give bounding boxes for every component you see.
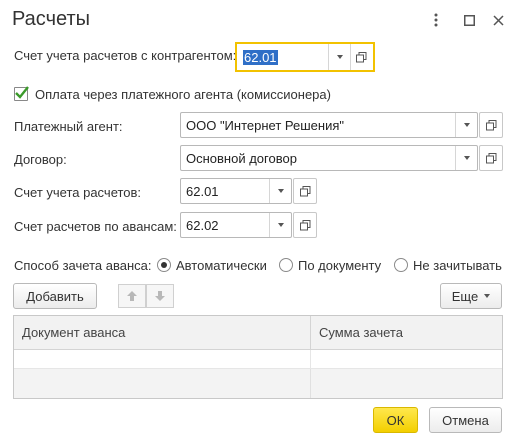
settlement-account-open-button[interactable] [293,178,317,204]
column-header-amount[interactable]: Сумма зачета [311,316,502,349]
radio-automatic[interactable] [157,258,171,272]
contract-label: Договор: [14,152,67,167]
ok-button[interactable]: ОК [373,407,418,433]
table-cell[interactable] [311,369,502,398]
add-button[interactable]: Добавить [13,283,97,309]
arrow-down-icon [155,291,165,301]
more-actions-icon[interactable] [426,10,446,30]
move-down-button[interactable] [146,284,174,308]
agent-dropdown[interactable] [455,113,477,137]
chevron-down-icon [277,189,284,193]
contract-dropdown[interactable] [455,146,477,170]
table-cell[interactable] [311,350,502,368]
radio-no-offset[interactable] [394,258,408,272]
maximize-icon[interactable] [459,10,479,30]
chevron-down-icon [463,123,470,127]
contract-value[interactable]: Основной договор [181,146,455,170]
advance-offset-label: Способ зачета аванса: [14,258,152,273]
table-header: Документ аванса Сумма зачета [14,316,502,350]
agent-value[interactable]: ООО "Интернет Решения" [181,113,455,137]
open-icon [299,219,310,230]
agent-open-button[interactable] [479,112,503,138]
advance-account-open-button[interactable] [293,212,317,238]
settlement-account-label: Счет учета расчетов: [14,185,142,200]
move-up-button[interactable] [118,284,146,308]
arrow-up-icon [127,291,137,301]
radio-no-offset-label[interactable]: Не зачитывать [413,258,502,273]
counterparty-account-value: 62.01 [243,49,278,65]
counterparty-account-field[interactable]: 62.01 [235,42,375,72]
settlement-account-value[interactable]: 62.01 [181,179,269,203]
advance-account-label: Счет расчетов по авансам: [14,219,177,234]
window-title: Расчеты [12,8,90,30]
agent-field[interactable]: ООО "Интернет Решения" [180,112,478,138]
chevron-down-icon [463,156,470,160]
open-icon [485,119,496,130]
agent-label: Платежный агент: [14,119,123,134]
more-button-label: Еще [451,288,479,304]
table-row[interactable] [14,350,502,369]
advance-account-value[interactable]: 62.02 [181,213,269,237]
chevron-down-icon [484,294,491,298]
table-row[interactable] [14,369,502,398]
close-icon[interactable] [488,10,508,30]
table-cell[interactable] [14,369,311,398]
radio-by-document-label[interactable]: По документу [298,258,381,273]
contract-field[interactable]: Основной договор [180,145,478,171]
counterparty-account-input[interactable]: 62.01 [238,44,328,70]
counterparty-account-open-button[interactable] [350,44,372,70]
table-cell[interactable] [14,350,311,368]
chevron-down-icon [277,223,284,227]
agent-checkbox-label[interactable]: Оплата через платежного агента (комиссио… [35,87,331,102]
radio-automatic-label[interactable]: Автоматически [176,258,267,273]
agent-checkbox[interactable] [14,86,29,101]
contract-open-button[interactable] [479,145,503,171]
advance-account-field[interactable]: 62.02 [180,212,292,238]
cancel-button[interactable]: Отмена [429,407,502,433]
more-button[interactable]: Еще [440,283,502,309]
counterparty-account-label: Счет учета расчетов с контрагентом: [14,48,237,63]
settlement-account-dropdown[interactable] [269,179,291,203]
open-icon [299,185,310,196]
settlement-account-field[interactable]: 62.01 [180,178,292,204]
advance-table[interactable]: Документ аванса Сумма зачета [13,315,503,399]
checkmark-icon [15,86,29,99]
open-icon [356,51,367,62]
radio-by-document[interactable] [279,258,293,272]
column-header-document[interactable]: Документ аванса [14,316,311,349]
counterparty-account-dropdown[interactable] [328,44,350,70]
open-icon [485,152,496,163]
advance-account-dropdown[interactable] [269,213,291,237]
chevron-down-icon [336,55,343,59]
